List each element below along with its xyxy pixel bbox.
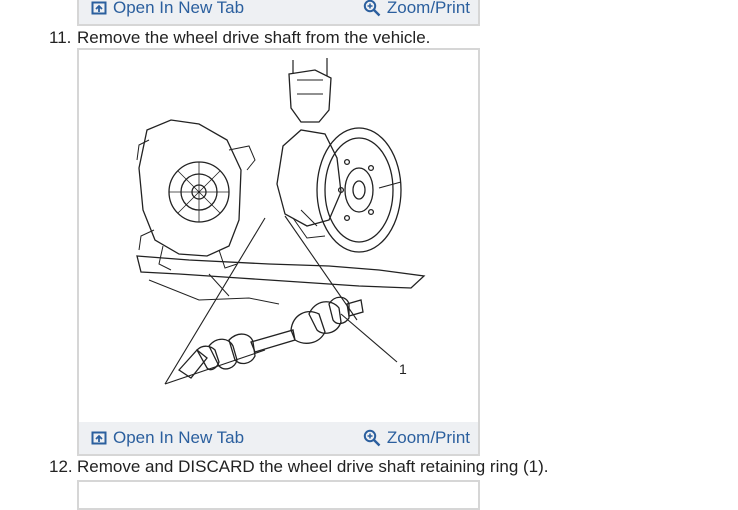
step-number: 11. [49, 28, 72, 47]
step-text: Remove the wheel drive shaft from the ve… [77, 28, 431, 47]
open-new-tab-icon [91, 431, 107, 445]
steering-knuckle [276, 129, 342, 227]
step-11: 11. Remove the wheel drive shaft from the… [49, 28, 430, 48]
callout-leader [340, 313, 398, 363]
step-text: Remove and DISCARD the wheel drive shaft… [77, 457, 549, 476]
open-in-new-tab-label: Open In New Tab [113, 428, 245, 447]
callout-label: 1 [399, 361, 407, 377]
open-in-new-tab-label: Open In New Tab [113, 0, 245, 17]
previous-figure-toolbar: Open In New Tab Zoom/Print [79, 0, 478, 24]
figure-toolbar: Open In New Tab Zoom/Print [79, 422, 478, 454]
strut [288, 69, 332, 123]
zoom-print-link[interactable]: Zoom/Print [363, 428, 470, 448]
transmission-outline [138, 119, 242, 257]
zoom-print-label: Zoom/Print [386, 0, 470, 17]
zoom-icon [363, 0, 381, 17]
open-new-tab-icon [91, 1, 107, 15]
zoom-print-label: Zoom/Print [386, 428, 470, 447]
zoom-print-link[interactable]: Zoom/Print [363, 0, 470, 18]
open-in-new-tab-link[interactable]: Open In New Tab [91, 0, 244, 18]
step-number: 12. [49, 457, 73, 476]
drive-shaft [178, 296, 364, 379]
drive-shaft-illustration[interactable]: 1 [79, 50, 478, 422]
zoom-icon [363, 429, 381, 447]
figure-frame: 1 Open In New Tab Zoom/Print [77, 48, 480, 456]
step-12: 12. Remove and DISCARD the wheel drive sh… [49, 457, 549, 477]
open-in-new-tab-link[interactable]: Open In New Tab [91, 428, 244, 448]
brake-rotor [316, 127, 402, 253]
next-figure-frame [77, 480, 480, 510]
subframe [136, 255, 426, 289]
previous-figure-frame: Open In New Tab Zoom/Print [77, 0, 480, 26]
